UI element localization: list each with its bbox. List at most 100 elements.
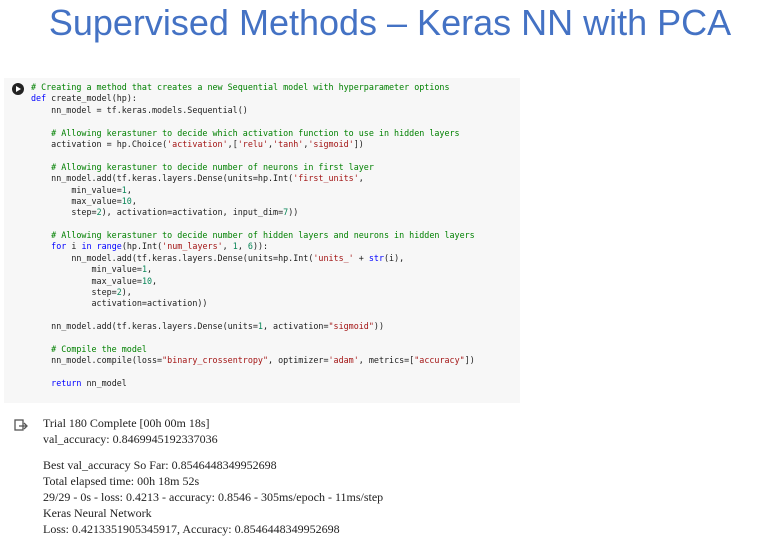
code-token: in: [81, 241, 92, 252]
code-line: activation=activation)): [31, 298, 475, 309]
code-line: # Compile the model: [31, 344, 475, 355]
code-token: nn_model.add(tf.keras.layers.Dense(units…: [31, 252, 314, 263]
code-token: )): [288, 207, 299, 218]
code-line: step=2), activation=activation, input_di…: [31, 207, 475, 218]
output-line: Total elapsed time: 00h 18m 52s: [43, 474, 200, 488]
slide-title: Supervised Methods – Keras NN with PCA: [48, 2, 732, 43]
code-line: min_value=1,: [31, 185, 475, 196]
code-token: ), activation=activation, input_dim=: [101, 207, 284, 218]
code-token: ]): [353, 138, 364, 149]
code-token: ,: [222, 241, 233, 252]
code-token: step=: [31, 207, 97, 218]
code-token: ,[: [227, 138, 238, 149]
code-line: return nn_model: [31, 378, 475, 389]
code-token: 'adam': [328, 355, 359, 366]
code-token: max_value=: [31, 275, 142, 286]
code-token: max_value=: [31, 195, 122, 206]
code-token: # Allowing kerastuner to decide number o…: [31, 230, 475, 241]
code-token: , metrics=[: [358, 355, 415, 366]
code-line: min_value=1,: [31, 264, 475, 275]
code-token: 'activation': [167, 138, 228, 149]
code-line: nn_model.compile(loss="binary_crossentro…: [31, 355, 475, 366]
output-arrow-icon: [14, 419, 28, 431]
code-token: for: [51, 241, 67, 252]
code-line: def create_model(hp):: [31, 93, 475, 104]
code-token: activation = hp.Choice(: [31, 138, 168, 149]
output-line: Trial 180 Complete [00h 00m 18s]: [43, 416, 210, 430]
code-line: max_value=10,: [31, 276, 475, 287]
output-line: 29/29 - 0s - loss: 0.4213 - accuracy: 0.…: [43, 490, 384, 504]
output-line: Keras Neural Network: [43, 506, 152, 520]
code-token: )): [373, 321, 384, 332]
code-token: 'relu': [237, 138, 269, 149]
output-line: Loss: 0.4213351905345917, Accuracy: 0.85…: [43, 522, 340, 536]
code-token: # Allowing kerastuner to decide number o…: [31, 161, 374, 172]
code-token: ,: [131, 195, 137, 206]
code-line: nn_model.add(tf.keras.layers.Dense(units…: [31, 173, 475, 184]
code-token: ),: [121, 287, 132, 298]
code-editor[interactable]: # Creating a method that creates a new S…: [31, 82, 475, 390]
code-token: 'num_layers': [162, 241, 223, 252]
code-token: step=: [31, 287, 117, 298]
code-token: ,: [237, 241, 248, 252]
code-token: # Compile the model: [31, 343, 147, 354]
code-token: ,: [146, 264, 153, 275]
code-token: ,: [358, 173, 364, 184]
code-line: # Allowing kerastuner to decide which ac…: [31, 128, 475, 139]
code-token: i: [66, 241, 82, 252]
code-token: (i),: [384, 252, 405, 263]
code-token: str: [368, 252, 384, 263]
code-token: range: [96, 241, 122, 252]
code-token: , activation=: [262, 321, 329, 332]
code-token: , optimizer=: [268, 355, 329, 366]
code-token: ,: [152, 275, 158, 286]
code-token: 'sigmoid': [308, 138, 354, 149]
code-token: nn_model.add(tf.keras.layers.Dense(units…: [31, 173, 294, 184]
code-token: # Allowing kerastuner to decide which ac…: [31, 127, 460, 138]
output-line: Best val_accuracy So Far: 0.854644834995…: [43, 458, 277, 472]
code-token: +: [353, 252, 369, 263]
code-token: (hp.Int(: [121, 241, 163, 252]
code-token: create_model(hp):: [46, 93, 137, 104]
code-token: ]): [464, 355, 475, 366]
code-token: 10: [121, 195, 132, 206]
code-token: activation=activation)): [31, 298, 208, 309]
code-line: # Allowing kerastuner to decide number o…: [31, 230, 475, 241]
output-line: val_accuracy: 0.8469945192337036: [43, 432, 218, 446]
code-token: return: [51, 378, 82, 389]
code-line: # Creating a method that creates a new S…: [31, 82, 475, 93]
code-token: nn_model: [81, 378, 127, 389]
play-circle-icon[interactable]: [12, 83, 24, 95]
output-spacer: [43, 447, 383, 457]
code-token: # Creating a method that creates a new S…: [31, 82, 450, 92]
code-token: 'first_units': [293, 173, 359, 184]
code-token: 'units_': [313, 252, 354, 263]
code-token: def: [31, 93, 47, 104]
code-token: nn_model.compile(loss=: [31, 355, 163, 366]
code-line: nn_model = tf.keras.models.Sequential(): [31, 105, 475, 116]
code-line: nn_model.add(tf.keras.layers.Dense(units…: [31, 321, 475, 332]
code-token: min_value=: [31, 184, 122, 195]
code-token: )):: [252, 241, 269, 252]
code-line: # Allowing kerastuner to decide number o…: [31, 162, 475, 173]
code-cell[interactable]: # Creating a method that creates a new S…: [4, 78, 520, 403]
code-token: "sigmoid": [328, 321, 374, 332]
cell-output: Trial 180 Complete [00h 00m 18s] val_accu…: [43, 415, 383, 537]
code-token: nn_model = tf.keras.models.Sequential(): [31, 104, 248, 115]
code-token: 'tanh': [273, 138, 304, 149]
code-line: for i in range(hp.Int('num_layers', 1, 6…: [31, 241, 475, 252]
code-line: step=2),: [31, 287, 475, 298]
code-token: nn_model.add(tf.keras.layers.Dense(units…: [31, 321, 258, 332]
code-line: max_value=10,: [31, 196, 475, 207]
code-line: activation = hp.Choice('activation',['re…: [31, 139, 475, 150]
code-token: min_value=: [31, 264, 142, 275]
code-token: ,: [126, 184, 132, 195]
